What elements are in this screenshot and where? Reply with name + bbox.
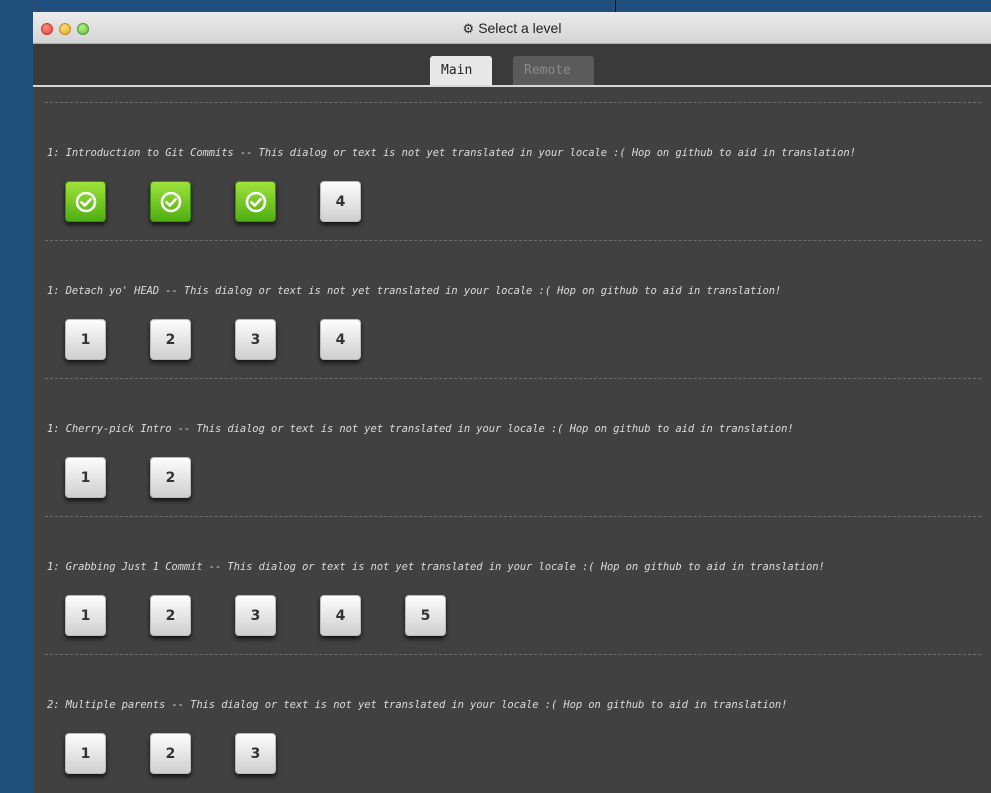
level-button[interactable]: 1 [65,733,106,774]
checkmark-circle-icon [75,191,97,213]
level-button[interactable]: 4 [320,181,361,222]
level-button[interactable]: 1 [65,457,106,498]
level-number: 1 [80,332,91,348]
desktop-left-strip [0,0,33,793]
level-button[interactable]: 3 [235,319,276,360]
level-button[interactable] [235,181,276,222]
window-titlebar[interactable]: ⚙ Select a level [33,12,991,44]
desktop-top-strip [0,0,991,12]
sequence-separator [45,378,981,379]
level-number: 1 [80,608,91,624]
level-number: 2 [165,332,176,348]
sequence-separator [45,654,981,655]
level-number: 2 [165,470,176,486]
level-button[interactable]: 5 [405,595,446,636]
checkmark-circle-icon [160,191,182,213]
level-number: 4 [335,608,346,624]
sequence-title: 2: Multiple parents -- This dialog or te… [47,699,788,711]
desktop-divider [615,0,616,12]
sequence-separator [45,240,981,241]
level-number: 1 [80,470,91,486]
sequence-title: 1: Grabbing Just 1 Commit -- This dialog… [47,561,825,573]
window-title: ⚙ Select a level [33,20,991,37]
level-button[interactable]: 4 [320,595,361,636]
level-number: 3 [250,332,261,348]
level-button[interactable]: 4 [320,319,361,360]
gear-icon: ⚙ [462,21,475,36]
sequence-title: 1: Cherry-pick Intro -- This dialog or t… [47,423,794,435]
sequence-title: 1: Introduction to Git Commits -- This d… [47,147,856,159]
tab-main[interactable]: Main [430,56,492,85]
level-button[interactable] [65,181,106,222]
level-number: 5 [420,608,431,624]
level-number: 2 [165,746,176,762]
level-number: 2 [165,608,176,624]
tab-remote[interactable]: Remote [513,56,594,85]
window-title-text: Select a level [478,20,562,36]
level-button[interactable]: 1 [65,595,106,636]
level-select-window: ⚙ Select a level Main Remote 1: Introduct… [33,12,991,793]
level-button[interactable]: 3 [235,733,276,774]
sequence-title: 1: Detach yo' HEAD -- This dialog or tex… [47,285,782,297]
level-button[interactable]: 3 [235,595,276,636]
level-button[interactable]: 2 [150,319,191,360]
level-number: 3 [250,608,261,624]
level-button[interactable]: 1 [65,319,106,360]
level-number: 4 [335,332,346,348]
tab-bar: Main Remote [33,44,991,87]
level-button[interactable] [150,181,191,222]
sequence-separator [45,516,981,517]
level-button[interactable]: 2 [150,733,191,774]
level-number: 1 [80,746,91,762]
level-number: 4 [335,194,346,210]
level-button[interactable]: 2 [150,457,191,498]
level-number: 3 [250,746,261,762]
sequence-separator [45,102,981,103]
checkmark-circle-icon [245,191,267,213]
level-button[interactable]: 2 [150,595,191,636]
